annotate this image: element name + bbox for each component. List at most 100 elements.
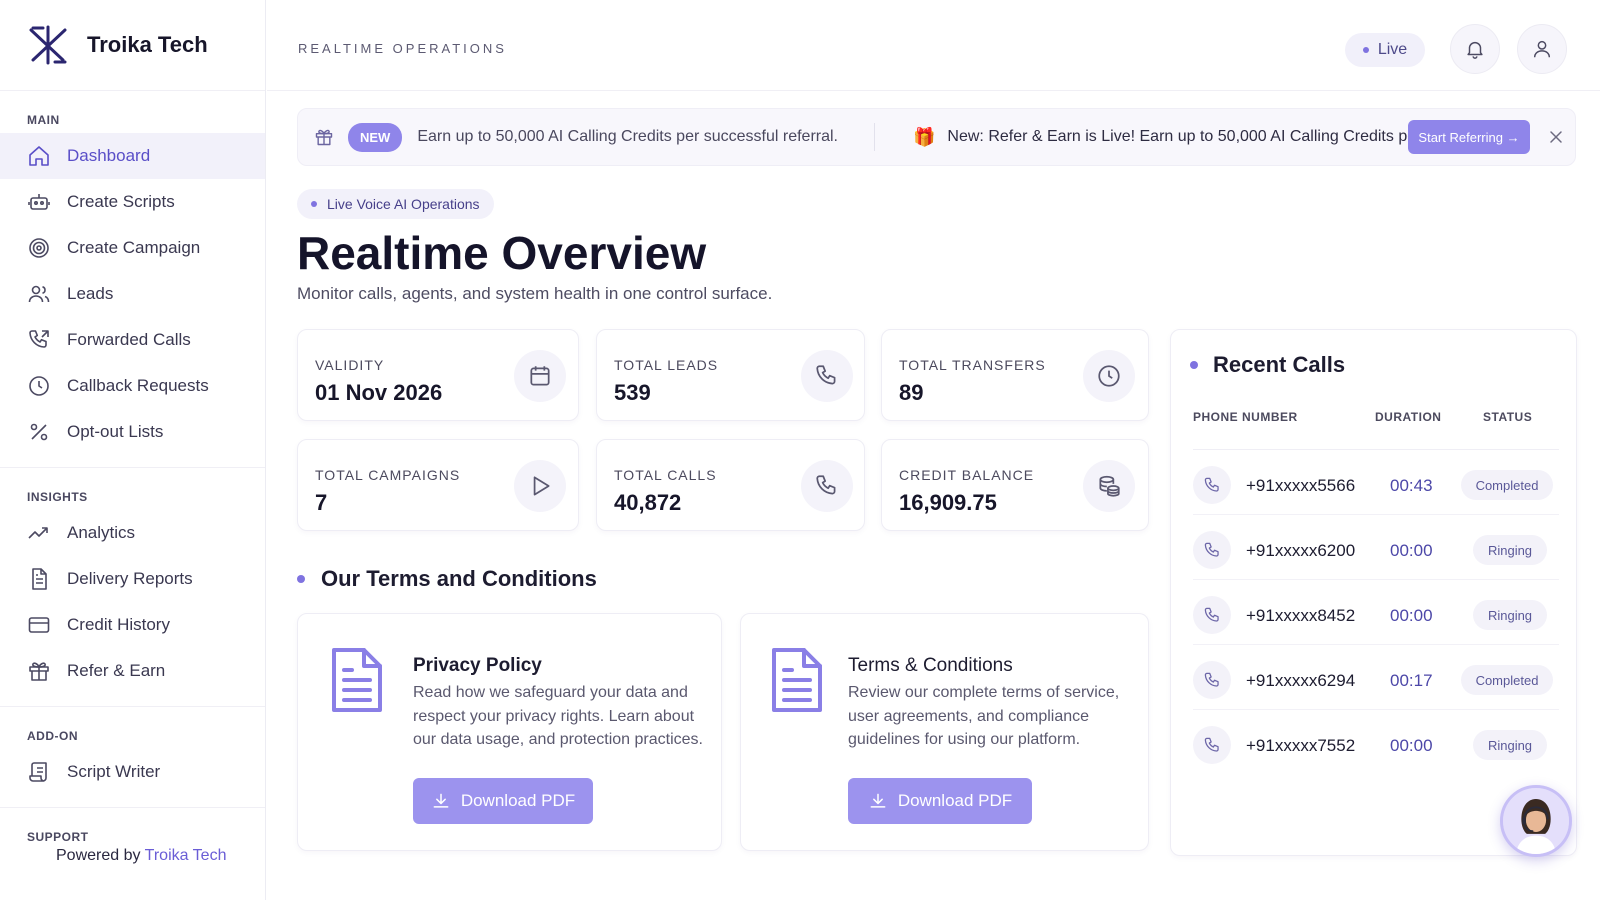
terms-heading-text: Our Terms and Conditions	[321, 566, 597, 591]
phone-number: +91xxxxx8452	[1246, 606, 1356, 625]
live-ops-tag: Live Voice AI Operations	[297, 189, 494, 219]
stat-icon-box	[801, 350, 853, 402]
phone-icon	[816, 475, 836, 495]
sidebar-item-forwarded-calls[interactable]: Forwarded Calls	[0, 317, 265, 363]
document-icon	[332, 648, 382, 712]
recent-calls-heading: Recent Calls	[1190, 352, 1345, 378]
brand[interactable]: Troika Tech	[0, 0, 265, 91]
stat-value: 01 Nov 2026	[315, 380, 443, 405]
stat-icon-box	[1083, 460, 1135, 512]
banner-text: Earn up to 50,000 AI Calling Credits per…	[417, 128, 838, 145]
stat-card-validity: VALIDITY 01 Nov 2026	[297, 329, 579, 421]
topbar: REALTIME OPERATIONS Live	[267, 0, 1600, 91]
download-pdf-button[interactable]: Download PDF	[413, 778, 593, 824]
table-row[interactable]: +91xxxxx6294 00:17 Completed	[1193, 645, 1559, 710]
button-label: Download PDF	[897, 791, 1013, 810]
recent-calls-title: Recent Calls	[1213, 352, 1346, 377]
profile-button[interactable]	[1517, 24, 1567, 74]
nav-section-main: MAIN Dashboard Create Scripts Create Cam…	[0, 91, 265, 468]
table-row[interactable]: +91xxxxx7552 00:00 Ringing	[1193, 710, 1559, 775]
home-icon	[29, 146, 49, 166]
phone-icon	[1204, 607, 1219, 622]
sidebar-item-label: Refer & Earn	[67, 661, 166, 680]
sidebar-item-leads[interactable]: Leads	[0, 271, 265, 317]
call-duration: 00:00	[1390, 606, 1433, 625]
call-icon-box	[1193, 596, 1231, 634]
sidebar-item-create-campaign[interactable]: Create Campaign	[0, 225, 265, 271]
table-row[interactable]: +91xxxxx8452 00:00 Ringing	[1193, 580, 1559, 645]
stat-card-total-calls: TOTAL CALLS 40,872	[596, 439, 865, 531]
file-text-icon	[32, 568, 47, 590]
stat-card-total-campaigns: TOTAL CAMPAIGNS 7	[297, 439, 579, 531]
bell-icon	[1467, 41, 1483, 59]
phone-number: +91xxxxx6200	[1246, 541, 1356, 560]
troika-logo-icon	[29, 25, 67, 65]
button-label: Download PDF	[460, 791, 576, 810]
users-icon	[28, 285, 50, 303]
live-label: Live	[1377, 41, 1408, 58]
phone-icon	[1204, 477, 1219, 492]
live-status-pill[interactable]: Live	[1345, 33, 1425, 67]
sidebar-item-label: Callback Requests	[67, 376, 209, 395]
card-description: Review our complete terms of service, us…	[848, 684, 1120, 748]
new-badge: NEW	[348, 122, 403, 152]
stat-value: 7	[315, 490, 328, 515]
stat-value: 16,909.75	[899, 490, 997, 515]
call-icon-box	[1193, 726, 1231, 764]
privacy-policy-card: Privacy Policy Read how we safeguard you…	[297, 613, 722, 851]
breadcrumb: REALTIME OPERATIONS	[298, 41, 507, 56]
section-title-insights: INSIGHTS	[27, 490, 88, 504]
notifications-button[interactable]	[1450, 24, 1500, 74]
live-dot	[1362, 47, 1369, 53]
powered-link[interactable]: Troika Tech	[145, 847, 227, 864]
call-icon-box	[1193, 661, 1231, 699]
sidebar-item-callback-requests[interactable]: Callback Requests	[0, 363, 265, 409]
nav-section-insights: INSIGHTS Analytics Delivery Reports Cred…	[0, 468, 265, 707]
status-badge: Completed	[1461, 470, 1553, 500]
sidebar-item-opt-out-lists[interactable]: Opt-out Lists	[0, 409, 265, 455]
download-icon	[433, 793, 449, 808]
table-row[interactable]: +91xxxxx6200 00:00 Ringing	[1193, 515, 1559, 580]
sidebar-item-delivery-reports[interactable]: Delivery Reports	[0, 556, 265, 602]
stat-card-total-transfers: TOTAL TRANSFERS 89	[881, 329, 1149, 421]
sidebar: Troika Tech MAIN Dashboard Create Script…	[0, 0, 266, 900]
heading-dot	[1190, 361, 1198, 369]
sidebar-item-label: Create Campaign	[67, 238, 201, 257]
sidebar-item-create-scripts[interactable]: Create Scripts	[0, 179, 265, 225]
nav-section-addon: ADD-ON Script Writer	[0, 707, 265, 808]
sidebar-item-refer-earn[interactable]: Refer & Earn	[0, 648, 265, 694]
table-row[interactable]: +91xxxxx5566 00:43 Completed	[1193, 450, 1559, 515]
page-title: Realtime Overview	[297, 227, 707, 279]
status-badge: Ringing	[1473, 600, 1547, 630]
download-pdf-button[interactable]: Download PDF	[848, 778, 1032, 824]
powered-by: Powered by Troika Tech	[56, 847, 226, 865]
close-icon[interactable]	[1546, 127, 1566, 147]
column-duration: DURATION	[1375, 410, 1442, 424]
card-title: Terms & Conditions	[848, 655, 1013, 676]
banner-divider	[874, 123, 875, 151]
sidebar-item-dashboard[interactable]: Dashboard	[0, 133, 265, 179]
sidebar-item-script-writer[interactable]: Script Writer	[0, 749, 265, 795]
heading-dot	[297, 575, 305, 583]
sidebar-item-label: Create Scripts	[67, 192, 175, 211]
page-subtitle: Monitor calls, agents, and system health…	[297, 284, 773, 303]
sidebar-item-label: Analytics	[67, 523, 136, 542]
phone-icon	[1204, 672, 1219, 687]
stat-icon-box	[1083, 350, 1135, 402]
section-title-main: MAIN	[27, 113, 60, 127]
table-header: PHONE NUMBER DURATION STATUS	[1193, 410, 1559, 450]
sidebar-item-label: Dashboard	[67, 146, 151, 165]
stat-icon-box	[514, 350, 566, 402]
trend-up-icon	[28, 527, 48, 539]
sidebar-item-label: Delivery Reports	[67, 569, 193, 588]
robot-icon	[28, 194, 50, 210]
sidebar-item-credit-history[interactable]: Credit History	[0, 602, 265, 648]
play-icon	[533, 476, 550, 496]
stat-label: TOTAL LEADS	[614, 357, 719, 373]
stat-label: CREDIT BALANCE	[899, 467, 1035, 483]
stat-value: 40,872	[614, 490, 682, 515]
voice-agent-avatar[interactable]	[1500, 785, 1572, 857]
sidebar-item-analytics[interactable]: Analytics	[0, 510, 265, 556]
stat-icon-box	[514, 460, 566, 512]
start-referring-button[interactable]: Start Referring →	[1408, 120, 1530, 154]
